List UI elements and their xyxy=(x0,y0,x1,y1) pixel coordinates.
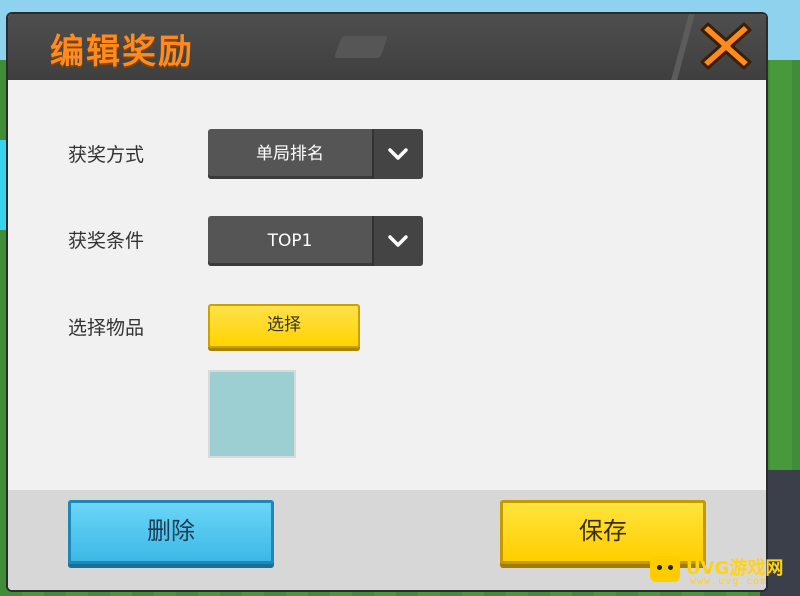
watermark: UVG游戏网 www.uvg.com xyxy=(650,552,790,590)
gamepad-logo-icon xyxy=(650,556,680,582)
award-method-value: 单局排名 xyxy=(256,144,324,164)
chevron-down-icon xyxy=(388,235,408,247)
award-condition-value: TOP1 xyxy=(267,231,313,251)
award-condition-toggle[interactable] xyxy=(372,216,423,266)
header-divider xyxy=(671,14,695,80)
watermark-subtext: www.uvg.com xyxy=(690,576,768,587)
select-item-label: 选择物品 xyxy=(68,317,145,339)
delete-button[interactable]: 删除 xyxy=(68,500,274,564)
award-condition-dropdown[interactable]: TOP1 xyxy=(208,216,423,266)
award-condition-label: 获奖条件 xyxy=(68,230,145,252)
header-decoration xyxy=(333,36,389,58)
item-slot[interactable] xyxy=(208,370,296,458)
award-method-toggle[interactable] xyxy=(372,129,423,179)
chevron-down-icon xyxy=(388,148,408,160)
dialog-title: 编辑奖励 xyxy=(50,32,194,72)
close-button[interactable] xyxy=(698,18,754,74)
award-method-dropdown[interactable]: 单局排名 xyxy=(208,129,423,179)
close-x-icon xyxy=(700,22,752,70)
edit-reward-dialog: 编辑奖励 获奖方式 单局排名 获奖条件 TOP1 选择物品 选择 删除 保存 xyxy=(8,14,766,590)
award-method-label: 获奖方式 xyxy=(68,144,145,166)
dialog-header: 编辑奖励 xyxy=(8,14,766,80)
select-item-button[interactable]: 选择 xyxy=(208,304,360,348)
